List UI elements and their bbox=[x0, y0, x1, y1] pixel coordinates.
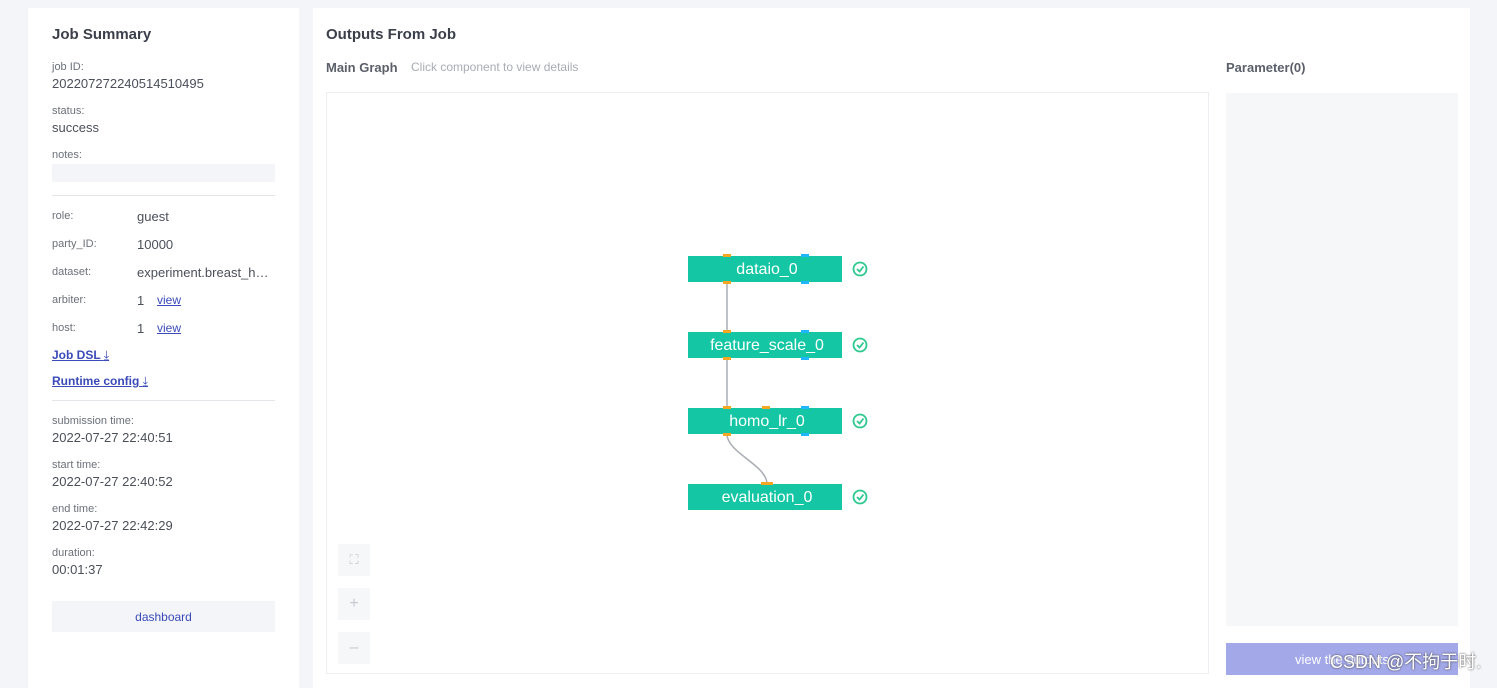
input-port bbox=[723, 254, 731, 257]
end-time-label: end time: bbox=[52, 503, 98, 515]
main-graph-canvas[interactable]: dataio_0 feature_scale_0 homo_lr_0 evalu… bbox=[326, 92, 1209, 674]
output-port bbox=[801, 281, 809, 284]
party-id-label: party_ID: bbox=[52, 238, 97, 250]
host-label: host: bbox=[52, 322, 76, 334]
download-icon: ⤓ bbox=[103, 348, 110, 362]
node-label: evaluation_0 bbox=[722, 489, 813, 506]
graph-hint: Click component to view details bbox=[411, 60, 579, 74]
node-label: dataio_0 bbox=[736, 261, 797, 278]
output-port bbox=[723, 281, 731, 284]
submission-time-label: submission time: bbox=[52, 415, 134, 427]
success-check-icon bbox=[852, 489, 868, 505]
parameter-title: Parameter(0) bbox=[1226, 60, 1306, 75]
download-icon: ⤓ bbox=[142, 374, 148, 388]
duration-value: 00:01:37 bbox=[52, 562, 103, 577]
divider bbox=[52, 195, 275, 196]
runtime-config-link[interactable]: Runtime config ⤓ bbox=[52, 374, 148, 389]
status-label: status: bbox=[52, 105, 85, 117]
start-time-label: start time: bbox=[52, 459, 101, 471]
input-port bbox=[762, 406, 770, 409]
job-dsl-label: Job DSL bbox=[52, 348, 101, 362]
job-id-label: job ID: bbox=[52, 61, 84, 73]
main-graph-title: Main Graph bbox=[326, 60, 398, 75]
fit-view-button[interactable]: ⛶ bbox=[338, 544, 370, 576]
status-value: success bbox=[52, 120, 99, 135]
output-port bbox=[723, 357, 731, 360]
input-port bbox=[801, 254, 809, 257]
output-port bbox=[723, 433, 731, 436]
dashboard-button[interactable]: dashboard bbox=[52, 601, 275, 632]
watermark-text: CSDN @不拘于时. bbox=[1330, 652, 1482, 672]
dataset-label: dataset: bbox=[52, 266, 92, 278]
success-check-icon bbox=[852, 261, 868, 277]
submission-time-value: 2022-07-27 22:40:51 bbox=[52, 430, 173, 445]
duration-label: duration: bbox=[52, 547, 95, 559]
input-port bbox=[723, 406, 731, 409]
minus-icon: – bbox=[349, 639, 359, 656]
party-id-value: 10000 bbox=[137, 237, 174, 252]
node-label: homo_lr_0 bbox=[729, 413, 805, 430]
node-evaluation-0[interactable]: evaluation_0 bbox=[688, 482, 868, 510]
notes-label: notes: bbox=[52, 149, 82, 161]
job-dsl-link[interactable]: Job DSL ⤓ bbox=[52, 348, 109, 363]
success-check-icon bbox=[852, 337, 868, 353]
dag-graph: dataio_0 feature_scale_0 homo_lr_0 evalu… bbox=[688, 254, 868, 510]
start-time-value: 2022-07-27 22:40:52 bbox=[52, 474, 173, 489]
job-summary-panel: Job Summary job ID: 20220727224051451049… bbox=[28, 8, 299, 688]
host-count: 1 bbox=[137, 321, 145, 336]
output-port bbox=[801, 433, 809, 436]
plus-icon: + bbox=[349, 595, 359, 612]
role-label: role: bbox=[52, 210, 74, 222]
node-dataio-0[interactable]: dataio_0 bbox=[688, 254, 868, 284]
output-port bbox=[801, 357, 809, 360]
notes-field[interactable] bbox=[52, 164, 275, 182]
runtime-config-label: Runtime config bbox=[52, 374, 140, 388]
input-port bbox=[761, 482, 773, 485]
zoom-out-button[interactable]: – bbox=[338, 632, 370, 664]
node-feature-scale-0[interactable]: feature_scale_0 bbox=[688, 330, 868, 360]
input-port bbox=[723, 330, 731, 333]
node-label: feature_scale_0 bbox=[710, 337, 824, 354]
job-id-value: 202207272240514510495 bbox=[52, 76, 204, 91]
zoom-in-button[interactable]: + bbox=[338, 588, 370, 620]
role-value: guest bbox=[137, 209, 169, 224]
edge-homo-lr-to-evaluation bbox=[726, 433, 768, 485]
parameter-list bbox=[1226, 93, 1458, 626]
input-port bbox=[801, 406, 809, 409]
fullscreen-icon: ⛶ bbox=[349, 552, 359, 567]
outputs-title: Outputs From Job bbox=[326, 26, 456, 43]
end-time-value: 2022-07-27 22:42:29 bbox=[52, 518, 173, 533]
divider bbox=[52, 400, 275, 401]
dataset-value: experiment.breast_homo_guest bbox=[137, 265, 275, 280]
outputs-panel: Outputs From Job Main Graph Click compon… bbox=[313, 8, 1470, 688]
arbiter-view-link[interactable]: view bbox=[157, 293, 181, 307]
success-check-icon bbox=[852, 413, 868, 429]
input-port bbox=[801, 330, 809, 333]
arbiter-count: 1 bbox=[137, 293, 145, 308]
arbiter-label: arbiter: bbox=[52, 294, 87, 306]
job-summary-title: Job Summary bbox=[52, 26, 152, 43]
node-homo-lr-0[interactable]: homo_lr_0 bbox=[688, 406, 868, 436]
host-view-link[interactable]: view bbox=[157, 321, 181, 335]
